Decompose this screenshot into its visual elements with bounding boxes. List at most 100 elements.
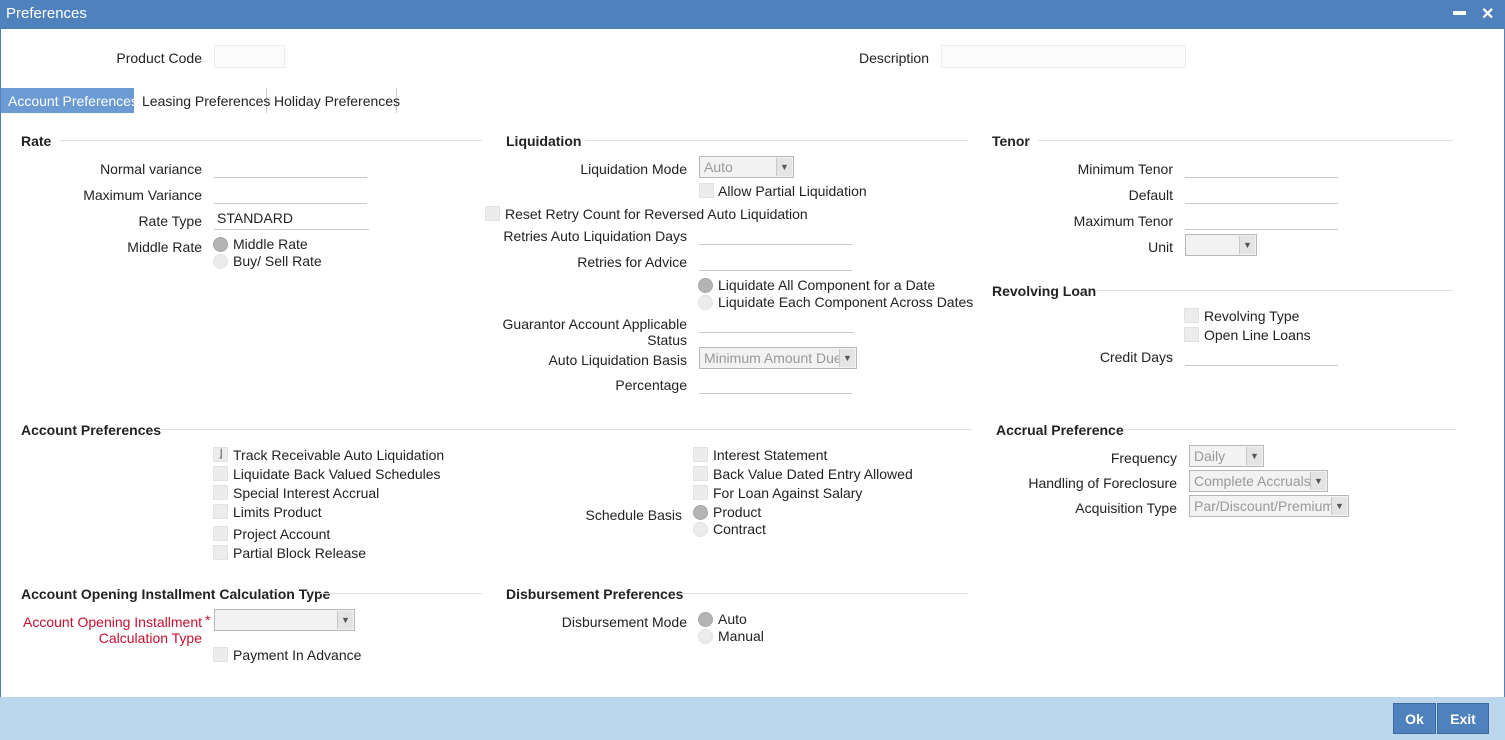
maximum-tenor-field[interactable] [1185, 208, 1338, 230]
rate-type-field[interactable]: STANDARD [214, 208, 369, 230]
auto-liquidation-basis-label: Auto Liquidation Basis [548, 352, 687, 368]
frequency-select[interactable]: Daily ▼ [1189, 445, 1264, 467]
default-tenor-label: Default [1128, 187, 1173, 203]
disbursement-divider [678, 593, 968, 594]
handling-of-foreclosure-label: Handling of Foreclosure [1028, 475, 1177, 491]
product-code-field[interactable] [214, 45, 285, 68]
unit-label: Unit [1148, 239, 1173, 255]
liquidate-each-component-label: Liquidate Each Component Across Dates [718, 294, 974, 310]
liquidate-back-valued-checkbox[interactable] [213, 466, 228, 481]
minimum-tenor-field[interactable] [1185, 156, 1338, 178]
open-line-loans-checkbox[interactable] [1184, 327, 1199, 342]
partial-block-release-checkbox[interactable] [213, 545, 228, 560]
rate-type-label: Rate Type [138, 213, 202, 229]
installment-calculation-type-select[interactable]: ▼ [214, 609, 355, 631]
maximum-variance-field[interactable] [214, 182, 367, 204]
loan-against-salary-checkbox[interactable] [693, 485, 708, 500]
tab-account-preferences[interactable]: Account Preferences [1, 88, 138, 113]
frequency-label: Frequency [1110, 450, 1177, 466]
middle-rate-label: Middle Rate [127, 239, 202, 255]
installment-label-line1: Account Opening Installment [23, 614, 202, 630]
liquidate-back-valued-label: Liquidate Back Valued Schedules [233, 466, 441, 482]
minimize-icon[interactable]: ▬ [1453, 3, 1466, 18]
credit-days-field[interactable] [1185, 344, 1338, 366]
payment-in-advance-checkbox[interactable] [213, 647, 228, 662]
acquisition-type-value: Par/Discount/Premium [1194, 498, 1335, 514]
middle-rate-radio[interactable] [213, 237, 228, 252]
dropdown-arrow-icon: ▼ [1310, 472, 1326, 490]
tenor-divider [1038, 140, 1453, 141]
installment-label-line2: Calculation Type [98, 630, 202, 646]
reset-retry-count-label: Reset Retry Count for Reversed Auto Liqu… [505, 206, 808, 222]
schedule-basis-product-radio[interactable] [693, 505, 708, 520]
payment-in-advance-label: Payment In Advance [233, 647, 362, 663]
special-interest-accrual-label: Special Interest Accrual [233, 485, 380, 501]
handling-of-foreclosure-select[interactable]: Complete Accruals ▼ [1189, 470, 1328, 492]
footer-bar [0, 697, 1505, 740]
schedule-basis-contract-radio[interactable] [693, 522, 708, 537]
back-value-dated-checkbox[interactable] [693, 466, 708, 481]
project-account-checkbox[interactable] [213, 526, 228, 541]
default-tenor-field[interactable] [1185, 182, 1338, 204]
liquidation-mode-select[interactable]: Auto ▼ [699, 156, 794, 178]
reset-retry-count-checkbox[interactable] [485, 206, 500, 221]
close-icon[interactable]: ✕ [1481, 4, 1494, 24]
special-interest-accrual-checkbox[interactable] [213, 485, 228, 500]
exit-button[interactable]: Exit [1437, 703, 1489, 734]
rate-divider [60, 140, 482, 141]
account-preferences-divider [158, 429, 972, 430]
minimum-tenor-label: Minimum Tenor [1077, 161, 1173, 177]
percentage-field[interactable] [699, 372, 852, 394]
allow-partial-liquidation-checkbox[interactable] [699, 183, 714, 198]
acquisition-type-select[interactable]: Par/Discount/Premium ▼ [1189, 495, 1349, 517]
guarantor-account-field[interactable] [699, 311, 854, 333]
limits-product-label: Limits Product [233, 504, 322, 520]
dropdown-arrow-icon: ▼ [839, 349, 855, 367]
ok-button[interactable]: Ok [1393, 703, 1436, 734]
accrual-preference-section-title: Accrual Preference [996, 422, 1124, 438]
interest-statement-checkbox[interactable] [693, 447, 708, 462]
disbursement-mode-label: Disbursement Mode [561, 614, 687, 630]
retries-auto-liquidation-days-label: Retries Auto Liquidation Days [503, 228, 687, 244]
product-code-label: Product Code [116, 50, 202, 66]
retries-auto-liquidation-days-field[interactable] [699, 223, 852, 245]
description-field[interactable] [941, 45, 1186, 68]
limits-product-checkbox[interactable] [213, 504, 228, 519]
schedule-basis-product-label: Product [713, 504, 762, 520]
dropdown-arrow-icon: ▼ [1331, 497, 1347, 515]
dropdown-arrow-icon: ▼ [1239, 236, 1255, 254]
auto-liquidation-basis-value: Minimum Amount Due [704, 350, 842, 366]
retries-for-advice-label: Retries for Advice [577, 254, 687, 270]
disbursement-section-title: Disbursement Preferences [506, 586, 684, 602]
track-receivable-checkbox[interactable]: ⌋ [213, 447, 228, 462]
buy-sell-rate-radio[interactable] [213, 254, 228, 269]
window-titlebar: Preferences ▬ ✕ [0, 0, 1505, 29]
liquidate-each-component-radio[interactable] [698, 295, 713, 310]
tab-holiday-preferences[interactable]: Holiday Preferences [267, 88, 400, 113]
tab-leasing-preferences[interactable]: Leasing Preferences [135, 88, 270, 113]
handling-of-foreclosure-value: Complete Accruals [1194, 473, 1311, 489]
disbursement-auto-radio[interactable] [698, 612, 713, 627]
liquidate-all-component-radio[interactable] [698, 278, 713, 293]
auto-liquidation-basis-select[interactable]: Minimum Amount Due ▼ [699, 347, 857, 369]
retries-for-advice-field[interactable] [699, 249, 852, 271]
partial-block-release-label: Partial Block Release [233, 545, 367, 561]
credit-days-label: Credit Days [1099, 349, 1173, 365]
unit-select[interactable]: ▼ [1185, 234, 1257, 256]
liquidation-divider [585, 140, 968, 141]
liquidate-all-component-label: Liquidate All Component for a Date [718, 277, 936, 293]
revolving-type-checkbox[interactable] [1184, 308, 1199, 323]
disbursement-manual-radio[interactable] [698, 629, 713, 644]
description-label: Description [858, 50, 929, 66]
rate-section-title: Rate [21, 133, 52, 149]
normal-variance-field[interactable] [214, 156, 367, 178]
window-title: Preferences [6, 5, 87, 22]
open-line-loans-label: Open Line Loans [1204, 327, 1311, 343]
loan-against-salary-label: For Loan Against Salary [713, 485, 863, 501]
percentage-label: Percentage [615, 377, 687, 393]
disbursement-manual-label: Manual [718, 628, 764, 644]
installment-section-title: Account Opening Installment Calculation … [21, 586, 331, 602]
accrual-preference-divider [1123, 429, 1456, 430]
required-marker: * [205, 612, 211, 628]
installment-divider [320, 593, 482, 594]
